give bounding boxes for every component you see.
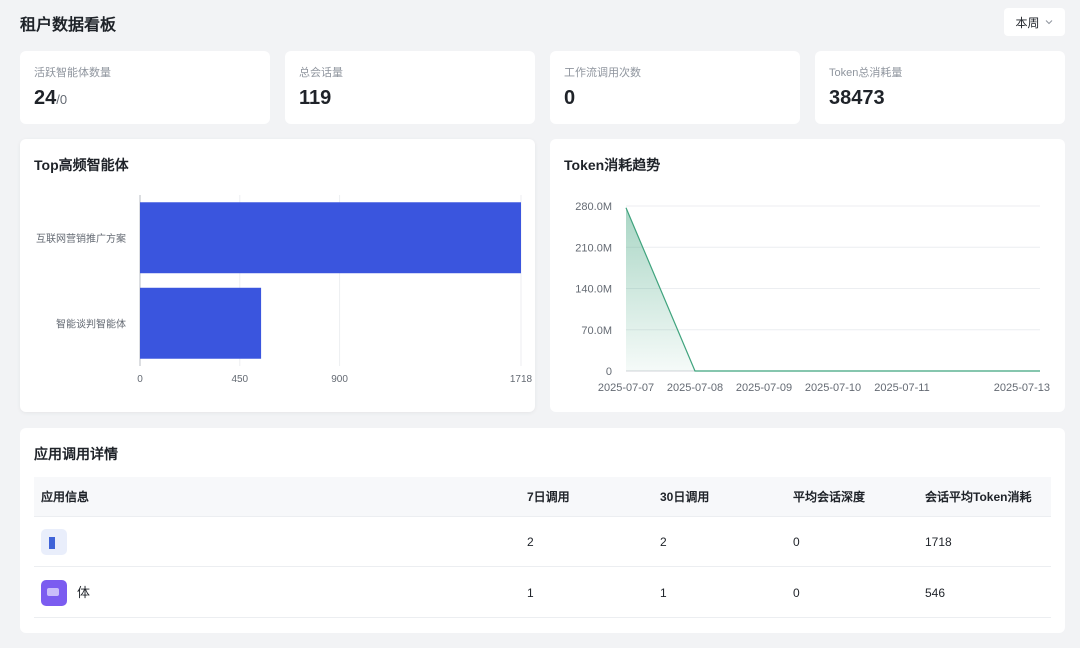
y-tick-label: 140.0M	[575, 284, 612, 296]
table-row[interactable]: 体 1 1 0 546	[34, 568, 1051, 618]
stat-card-active-agents: 活跃智能体数量 24/0	[20, 51, 270, 124]
app-usage-table-card: 应用调用详情 应用信息 7日调用 30日调用 平均会话深度 会话平均Token消…	[20, 428, 1065, 633]
x-tick-label: 2025-07-07	[598, 382, 654, 394]
cell-avg-token: 1718	[925, 535, 952, 549]
x-tick-label: 2025-07-08	[667, 382, 723, 394]
x-tick-label: 2025-07-11	[874, 382, 929, 394]
x-tick-label: 1718	[510, 374, 533, 385]
x-tick-label: 900	[331, 374, 348, 385]
period-select-label: 本周	[1015, 15, 1040, 30]
bar	[140, 287, 262, 359]
app-icon	[41, 529, 67, 555]
cell-avg-depth: 0	[793, 586, 800, 600]
y-tick-label: 0	[606, 366, 612, 378]
cell-7d-calls: 2	[527, 535, 534, 549]
stat-label: 总会话量	[299, 67, 343, 79]
cell-30d-calls: 2	[660, 535, 667, 549]
x-tick-label: 450	[231, 374, 248, 385]
x-tick-label: 2025-07-10	[805, 382, 861, 394]
panel-title: 应用调用详情	[34, 446, 118, 462]
table-header: 应用信息 7日调用 30日调用 平均会话深度 会话平均Token消耗	[34, 477, 1051, 517]
x-tick-label: 0	[137, 374, 143, 385]
stat-value-sub: /0	[56, 92, 68, 107]
period-select[interactable]: 本周	[1004, 8, 1065, 36]
category-label: 智能谈判智能体	[56, 317, 126, 330]
bar	[140, 202, 521, 274]
column-header-avg-depth[interactable]: 平均会话深度	[793, 477, 865, 517]
series-line	[625, 207, 1040, 372]
stat-value: 0	[564, 87, 576, 109]
cell-avg-token: 546	[925, 586, 946, 600]
cell-30d-calls: 1	[660, 586, 667, 600]
stat-card-sessions: 总会话量 119	[285, 51, 535, 124]
stat-value-number: 24	[34, 87, 57, 109]
stat-value: 119	[299, 87, 332, 109]
column-header-30d-calls[interactable]: 30日调用	[660, 477, 709, 517]
top-agents-panel: Top高频智能体 0 450 900 1718 互联网营销推广方案 智能谈判智能体	[20, 139, 535, 412]
column-header-app-info[interactable]: 应用信息	[41, 477, 89, 517]
app-info-cell: 体	[41, 568, 90, 618]
page-title: 租户数据看板	[20, 17, 117, 34]
dashboard-page: 租户数据看板 本周 活跃智能体数量 24/0 总会话量 119 工作流调用次数 …	[0, 0, 1080, 648]
stat-card-token-total: Token总消耗量 38473	[815, 51, 1065, 124]
cell-7d-calls: 1	[527, 586, 534, 600]
token-trend-panel: Token消耗趋势 0 70.0M 140.0M 210.0M 280.0M 2025-0…	[550, 139, 1065, 412]
cell-avg-depth: 0	[793, 535, 800, 549]
token-trend-area-chart: 0 70.0M 140.0M 210.0M 280.0M 2025-07-07 2025-0…	[575, 201, 1050, 394]
stat-label: 活跃智能体数量	[34, 67, 111, 79]
area-fill	[626, 207, 1040, 371]
column-header-avg-token[interactable]: 会话平均Token消耗	[925, 477, 1031, 517]
table-row[interactable]: 2 2 0 1718	[34, 517, 1051, 567]
app-name[interactable]: 体	[77, 568, 90, 618]
stat-label: 工作流调用次数	[564, 67, 641, 79]
stat-value: 38473	[829, 87, 885, 109]
stat-label: Token总消耗量	[829, 67, 903, 79]
top-agents-bar-chart: 0 450 900 1718 互联网营销推广方案智能谈判智能体	[36, 195, 533, 385]
column-header-7d-calls[interactable]: 7日调用	[527, 477, 570, 517]
y-tick-label: 280.0M	[575, 201, 612, 213]
x-tick-label: 2025-07-13	[994, 382, 1050, 394]
stat-card-workflow-calls: 工作流调用次数 0	[550, 51, 800, 124]
chevron-down-icon	[1045, 20, 1052, 25]
app-icon	[41, 580, 67, 606]
y-tick-label: 210.0M	[575, 242, 612, 254]
app-info-cell	[41, 517, 77, 567]
stat-value: 24/0	[34, 86, 256, 112]
y-tick-label: 70.0M	[581, 325, 612, 337]
category-label: 互联网营销推广方案	[36, 232, 126, 245]
x-tick-label: 2025-07-09	[736, 382, 792, 394]
